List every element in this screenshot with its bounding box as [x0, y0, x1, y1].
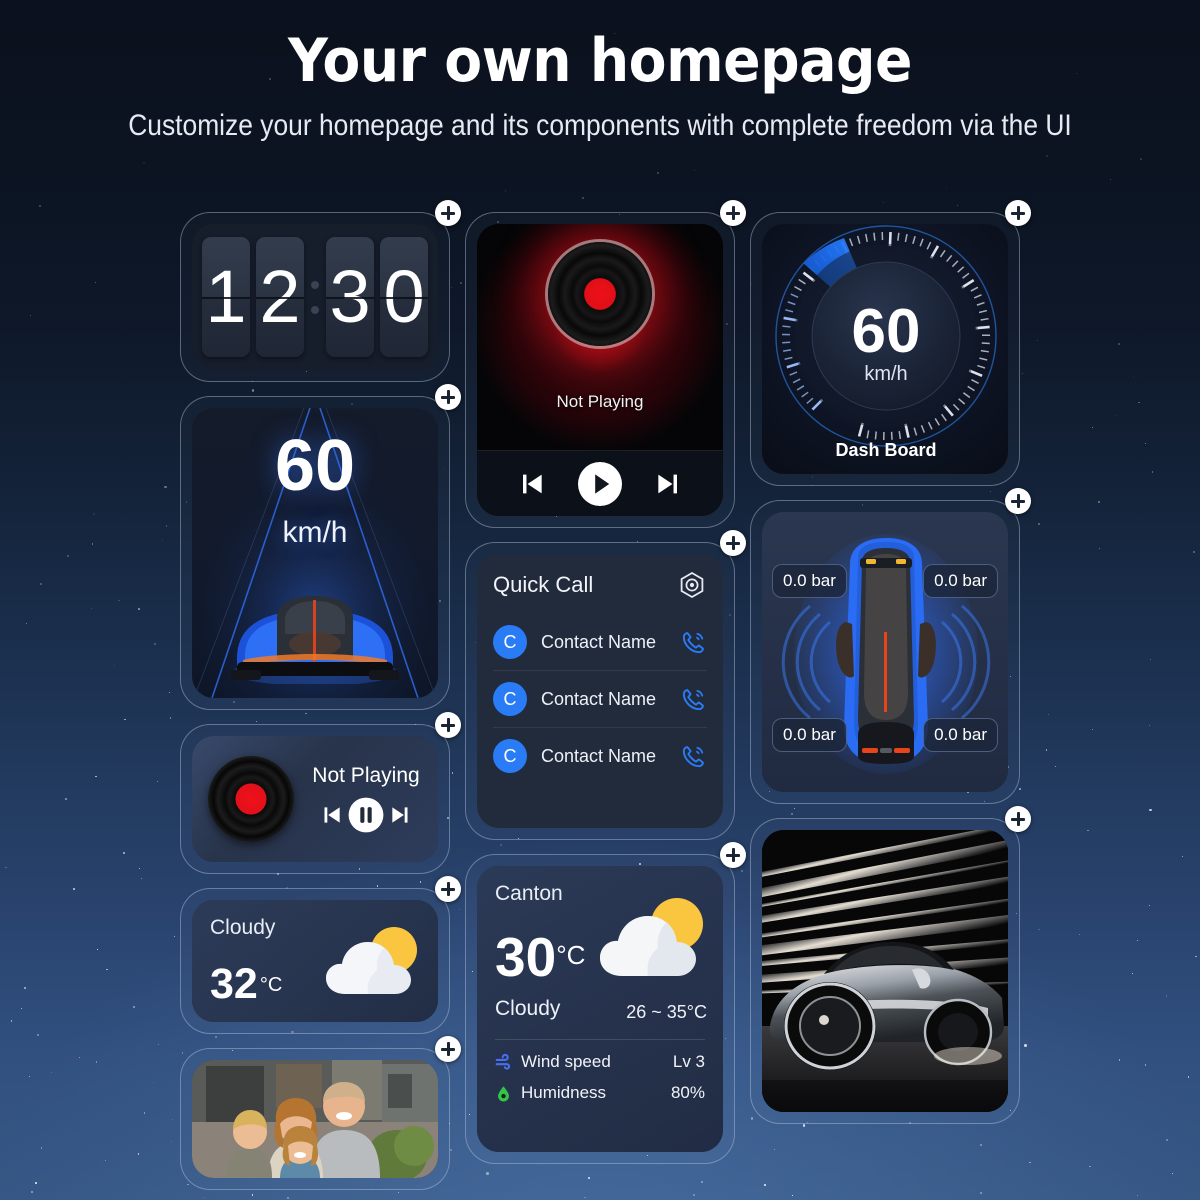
weather-detail-label: Humidness	[521, 1083, 607, 1102]
widget-column-3: 60 km/h Dash Board 0.0 bar 0.0 bar 0.0 b…	[750, 200, 1031, 1138]
tire-pressure-front-left: 0.0 bar	[772, 564, 847, 598]
widget-music-mini[interactable]: Not Playing	[180, 712, 461, 874]
weather-temp-range: 26 ~ 35°C	[626, 1002, 707, 1022]
wind-icon	[495, 1053, 511, 1070]
add-widget-button-weather-large[interactable]	[720, 842, 746, 868]
add-widget-button-photo-car[interactable]	[1005, 806, 1031, 832]
avatar: C	[493, 739, 527, 773]
add-widget-button-music-mini[interactable]	[435, 712, 461, 738]
phone-icon[interactable]	[680, 743, 707, 770]
blue-car-rear-graphic	[231, 596, 399, 684]
music-mini-status: Not Playing	[312, 764, 420, 787]
widget-tire-pressure[interactable]: 0.0 bar 0.0 bar 0.0 bar 0.0 bar	[750, 488, 1031, 804]
phone-icon[interactable]	[680, 629, 707, 656]
clock-colon	[310, 280, 320, 314]
weather-small-unit: °C	[259, 974, 283, 996]
dashboard-label: Dash Board	[835, 440, 936, 460]
page-subtitle: Customize your homepage and its componen…	[128, 109, 1072, 142]
sun-behind-cloud-icon	[600, 898, 703, 976]
widget-weather-small[interactable]: Cloudy 32 °C	[180, 876, 461, 1034]
speed-value: 60	[274, 426, 356, 506]
page-title: Your own homepage	[287, 26, 913, 96]
vinyl-record-icon	[548, 242, 652, 346]
widget-weather-large[interactable]: Canton 30°C 26 ~ 35°C Cloudy Wind speed …	[465, 842, 746, 1164]
page-root: Your own homepage Customize your homepag…	[0, 0, 1200, 1200]
weather-detail-row: Humidness 80%	[495, 1083, 705, 1103]
avatar: C	[493, 682, 527, 716]
pause-button[interactable]	[347, 796, 385, 834]
page-header: Your own homepage Customize your homepag…	[0, 0, 1200, 148]
next-track-icon[interactable]	[653, 468, 685, 500]
widget-clock[interactable]: 1 2 3 0	[180, 200, 461, 382]
divider	[495, 1039, 705, 1040]
family-photo-image	[192, 1060, 438, 1178]
tire-pressure-rear-right: 0.0 bar	[923, 718, 998, 752]
weather-small-temp: 32	[210, 960, 258, 1008]
widget-photo-car[interactable]	[750, 806, 1031, 1124]
previous-track-icon[interactable]	[318, 802, 344, 828]
quick-call-contact-row[interactable]: C Contact Name	[493, 728, 707, 784]
speed-unit: km/h	[282, 516, 348, 549]
quick-call-contact-row[interactable]: C Contact Name	[493, 671, 707, 728]
quick-call-contact-row[interactable]: C Contact Name	[493, 614, 707, 671]
sun-behind-cloud-icon	[326, 927, 417, 994]
tire-pressure-rear-left: 0.0 bar	[772, 718, 847, 752]
widget-dashboard[interactable]: 60 km/h Dash Board	[750, 200, 1031, 486]
vinyl-record-icon	[208, 756, 294, 842]
weather-large-unit: °C	[556, 940, 586, 970]
dashboard-gauge-graphic: 60 km/h Dash Board	[775, 225, 997, 460]
phone-icon[interactable]	[680, 686, 707, 713]
hexagon-gear-icon[interactable]	[677, 570, 707, 600]
weather-detail-label: Wind speed	[521, 1052, 611, 1071]
next-track-icon[interactable]	[388, 802, 414, 828]
weather-large-temp: 30	[495, 926, 557, 988]
previous-track-icon[interactable]	[515, 468, 547, 500]
contact-name: Contact Name	[541, 631, 657, 652]
add-widget-button-dashboard[interactable]	[1005, 200, 1031, 226]
add-widget-button-music-large[interactable]	[720, 200, 746, 226]
clock-digit-minute-tens: 3	[326, 237, 375, 357]
dashboard-value: 60	[852, 297, 921, 366]
flip-clock: 1 2 3 0	[192, 224, 438, 370]
widget-music-large[interactable]: Not Playing	[465, 200, 746, 528]
add-widget-button-speedometer[interactable]	[435, 384, 461, 410]
clock-digit-hour-ones: 2	[255, 237, 304, 357]
weather-detail-value: 80%	[670, 1083, 705, 1102]
add-widget-button-weather-small[interactable]	[435, 876, 461, 902]
play-button[interactable]	[576, 460, 624, 508]
add-widget-button-clock[interactable]	[435, 200, 461, 226]
add-widget-button-quick-call[interactable]	[720, 530, 746, 556]
widget-photo-family[interactable]	[180, 1036, 461, 1190]
weather-detail-row: Wind speed Lv 3	[495, 1052, 705, 1072]
add-widget-button-tire-pressure[interactable]	[1005, 488, 1031, 514]
tire-pressure-front-right: 0.0 bar	[923, 564, 998, 598]
humidity-icon	[498, 1085, 509, 1101]
widget-quick-call[interactable]: Quick Call C Contact Name C Contact Name…	[465, 530, 746, 840]
widget-column-1: 1 2 3 0 60 km/h Not Playing Cloudy 32 °C	[180, 200, 461, 1200]
car-photo-image	[762, 830, 1008, 1112]
clock-digit-hour-tens: 1	[202, 237, 250, 357]
quick-call-title: Quick Call	[493, 572, 594, 597]
widget-column-2: Not Playing Quick Call C Contact Name C …	[465, 200, 746, 1178]
music-large-status: Not Playing	[556, 392, 644, 411]
avatar: C	[493, 625, 527, 659]
widget-speedometer[interactable]: 60 km/h	[180, 384, 461, 710]
add-widget-button-photo-family[interactable]	[435, 1036, 461, 1062]
dashboard-unit: km/h	[864, 363, 907, 385]
contact-name: Contact Name	[541, 745, 657, 766]
weather-detail-value: Lv 3	[672, 1052, 705, 1071]
clock-digit-minute-ones: 0	[380, 237, 429, 357]
contact-name: Contact Name	[541, 688, 657, 709]
